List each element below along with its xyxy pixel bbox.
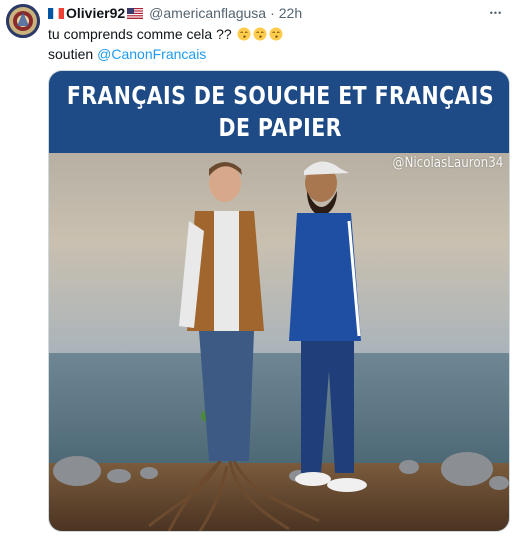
tweet-text-prefix: soutien bbox=[48, 46, 94, 62]
usa-flag-icon bbox=[127, 7, 144, 19]
mention-link[interactable]: @CanonFrancais bbox=[97, 44, 206, 64]
face-kissing-emoji bbox=[253, 27, 267, 41]
tweet-text-line-1: tu comprends comme cela ?? bbox=[48, 24, 498, 44]
tweet-text-main: tu comprends comme cela ?? bbox=[48, 26, 232, 42]
tweet-media-image[interactable]: FRANÇAIS DE SOUCHE ET FRANÇAIS DE PAPIER… bbox=[48, 70, 510, 532]
banner-line-2: DE PAPIER bbox=[218, 113, 342, 142]
meme-banner: FRANÇAIS DE SOUCHE ET FRANÇAIS DE PAPIER bbox=[49, 71, 509, 153]
france-flag-icon bbox=[48, 7, 64, 19]
more-options-button[interactable]: ••• bbox=[486, 4, 506, 22]
tweet[interactable]: Olivier92 @americanflagusa · 22h ••• tu … bbox=[0, 0, 516, 538]
avatar-image bbox=[6, 4, 40, 38]
face-kissing-emoji bbox=[269, 27, 283, 41]
watermark: @NicolasLauron34 bbox=[392, 155, 503, 171]
display-name[interactable]: Olivier92 bbox=[66, 4, 125, 22]
sea bbox=[49, 353, 509, 463]
face-kissing-emoji bbox=[237, 27, 251, 41]
avatar[interactable] bbox=[6, 4, 40, 38]
sky bbox=[49, 153, 509, 353]
more-icon: ••• bbox=[489, 8, 503, 18]
tweet-header: Olivier92 @americanflagusa · 22h bbox=[48, 4, 302, 22]
timestamp[interactable]: 22h bbox=[279, 4, 302, 22]
user-handle[interactable]: @americanflagusa bbox=[149, 4, 266, 22]
separator-dot: · bbox=[270, 5, 275, 21]
banner-line-1: FRANÇAIS DE SOUCHE ET FRANÇAIS bbox=[66, 81, 494, 110]
tweet-text: tu comprends comme cela ?? soutien @Cano… bbox=[48, 24, 498, 64]
tweet-text-line-2: soutien @CanonFrancais bbox=[48, 44, 498, 64]
